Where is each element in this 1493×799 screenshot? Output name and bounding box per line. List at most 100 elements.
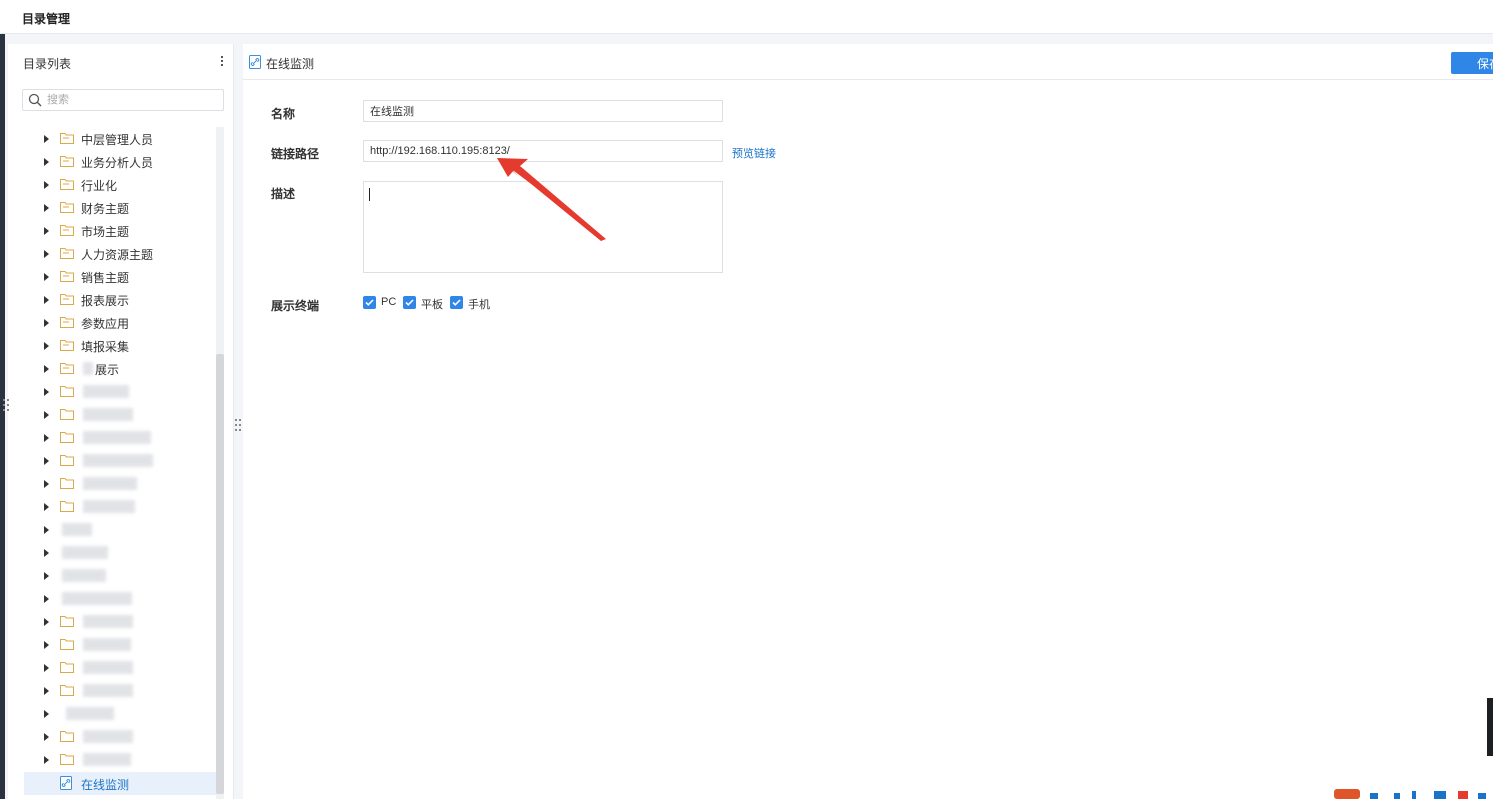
expand-arrow-icon[interactable] bbox=[44, 273, 49, 281]
check-icon bbox=[405, 299, 414, 306]
description-textarea[interactable] bbox=[363, 181, 723, 273]
expand-arrow-icon[interactable] bbox=[44, 526, 49, 534]
tablet-checkbox[interactable] bbox=[403, 296, 416, 309]
blurred-text bbox=[83, 753, 131, 766]
blurred-text bbox=[83, 638, 131, 651]
scrollbar-thumb[interactable] bbox=[216, 354, 224, 794]
expand-arrow-icon[interactable] bbox=[44, 181, 49, 189]
tree-item[interactable]: 人力资源主题 bbox=[8, 242, 218, 265]
tree-item[interactable]: 业务分析人员 bbox=[8, 150, 218, 173]
directory-panel: 目录列表 中层管理人员 业务分析人员 行业化 bbox=[8, 44, 234, 799]
tree-item-redacted[interactable] bbox=[8, 656, 218, 679]
tree-item[interactable]: 参数应用 bbox=[8, 311, 218, 334]
tree-item-redacted[interactable] bbox=[8, 633, 218, 656]
tree-item-redacted[interactable] bbox=[8, 610, 218, 633]
expand-arrow-icon[interactable] bbox=[44, 572, 49, 580]
save-button[interactable]: 保存 bbox=[1451, 52, 1493, 74]
tree-item-redacted[interactable] bbox=[8, 472, 218, 495]
expand-arrow-icon[interactable] bbox=[44, 733, 49, 741]
folder-icon bbox=[60, 432, 74, 443]
search-box[interactable] bbox=[22, 89, 224, 111]
expand-arrow-icon[interactable] bbox=[44, 135, 49, 143]
expand-arrow-icon[interactable] bbox=[44, 227, 49, 235]
tree-item-label: 报表展示 bbox=[81, 294, 130, 308]
tree-item[interactable]: 报表展示 bbox=[8, 288, 218, 311]
tree-item-redacted[interactable] bbox=[8, 426, 218, 449]
tree-item-redacted[interactable] bbox=[8, 679, 218, 702]
tree-item[interactable]: 市场主题 bbox=[8, 219, 218, 242]
link-icon bbox=[60, 776, 72, 790]
folder-icon bbox=[60, 455, 74, 466]
expand-arrow-icon[interactable] bbox=[44, 480, 49, 488]
expand-arrow-icon[interactable] bbox=[44, 641, 49, 649]
tree-item[interactable]: 填报采集 bbox=[8, 334, 218, 357]
blurred-text bbox=[83, 730, 133, 743]
tree-item-redacted[interactable] bbox=[8, 748, 218, 771]
tree-item-online-monitor[interactable]: 在线监测 bbox=[24, 772, 218, 795]
expand-arrow-icon[interactable] bbox=[44, 434, 49, 442]
expand-arrow-icon[interactable] bbox=[44, 457, 49, 465]
expand-arrow-icon[interactable] bbox=[44, 618, 49, 626]
expand-arrow-icon[interactable] bbox=[44, 250, 49, 258]
tree-item-label: 市场主题 bbox=[81, 225, 130, 239]
expand-arrow-icon[interactable] bbox=[44, 503, 49, 511]
tree-item-redacted[interactable] bbox=[8, 495, 218, 518]
drag-handle-icon[interactable] bbox=[3, 397, 11, 413]
tree-item-redacted[interactable] bbox=[8, 587, 218, 610]
expand-arrow-icon[interactable] bbox=[44, 319, 49, 327]
pc-checkbox[interactable] bbox=[363, 296, 376, 309]
folder-icon bbox=[60, 754, 74, 765]
expand-arrow-icon[interactable] bbox=[44, 549, 49, 557]
tree-item-redacted[interactable] bbox=[8, 403, 218, 426]
folder-icon bbox=[60, 363, 74, 374]
tree-item-redacted[interactable] bbox=[8, 564, 218, 587]
tree-item[interactable]: 中层管理人员 bbox=[8, 127, 218, 150]
expand-arrow-icon[interactable] bbox=[44, 664, 49, 672]
expand-arrow-icon[interactable] bbox=[44, 158, 49, 166]
blurred-text bbox=[62, 592, 132, 605]
blurred-text bbox=[83, 500, 135, 513]
expand-arrow-icon[interactable] bbox=[44, 342, 49, 350]
expand-arrow-icon[interactable] bbox=[44, 388, 49, 396]
blurred-text bbox=[83, 661, 133, 674]
folder-icon bbox=[60, 202, 74, 213]
tree-item-label: 参数应用 bbox=[81, 317, 130, 331]
phone-checkbox-label: 手机 bbox=[468, 299, 490, 311]
folder-icon bbox=[60, 294, 74, 305]
drag-handle-icon[interactable] bbox=[235, 417, 243, 433]
tree-item[interactable]: 行业化 bbox=[8, 173, 218, 196]
expand-arrow-icon[interactable] bbox=[44, 756, 49, 764]
name-field[interactable] bbox=[363, 100, 723, 122]
tree-item-redacted[interactable] bbox=[8, 380, 218, 403]
tree-item-redacted[interactable] bbox=[8, 449, 218, 472]
phone-checkbox[interactable] bbox=[450, 296, 463, 309]
link-path-field[interactable] bbox=[363, 140, 723, 162]
folder-icon bbox=[60, 409, 74, 420]
tree-item-redacted[interactable] bbox=[8, 541, 218, 564]
tablet-checkbox-label: 平板 bbox=[421, 299, 443, 311]
folder-icon bbox=[60, 133, 74, 144]
expand-arrow-icon[interactable] bbox=[44, 710, 49, 718]
blurred-text bbox=[83, 431, 151, 444]
tree-item[interactable]: 财务主题 bbox=[8, 196, 218, 219]
name-label: 名称 bbox=[271, 107, 296, 121]
expand-arrow-icon[interactable] bbox=[44, 595, 49, 603]
expand-arrow-icon[interactable] bbox=[44, 365, 49, 373]
tree-item[interactable]: 展示 bbox=[8, 357, 218, 380]
tree-item-label: 行业化 bbox=[81, 179, 118, 193]
tree-item-redacted[interactable] bbox=[8, 518, 218, 541]
tree-item[interactable]: 销售主题 bbox=[8, 265, 218, 288]
expand-arrow-icon[interactable] bbox=[44, 411, 49, 419]
preview-link[interactable]: 预览链接 bbox=[732, 145, 776, 161]
description-label: 描述 bbox=[271, 187, 296, 201]
detail-panel: 在线监测 保存 名称 链接路径 预览链接 描述 展示终端 PC 平板 手机 bbox=[243, 44, 1493, 799]
expand-arrow-icon[interactable] bbox=[44, 687, 49, 695]
expand-arrow-icon[interactable] bbox=[44, 296, 49, 304]
tree-item-redacted[interactable] bbox=[8, 725, 218, 748]
tree-item-label: 人力资源主题 bbox=[81, 248, 154, 262]
expand-arrow-icon[interactable] bbox=[44, 204, 49, 212]
directory-list-title: 目录列表 bbox=[23, 57, 72, 71]
more-options-icon[interactable] bbox=[218, 54, 226, 68]
search-input[interactable] bbox=[47, 92, 217, 108]
tree-item-redacted[interactable] bbox=[8, 702, 218, 725]
